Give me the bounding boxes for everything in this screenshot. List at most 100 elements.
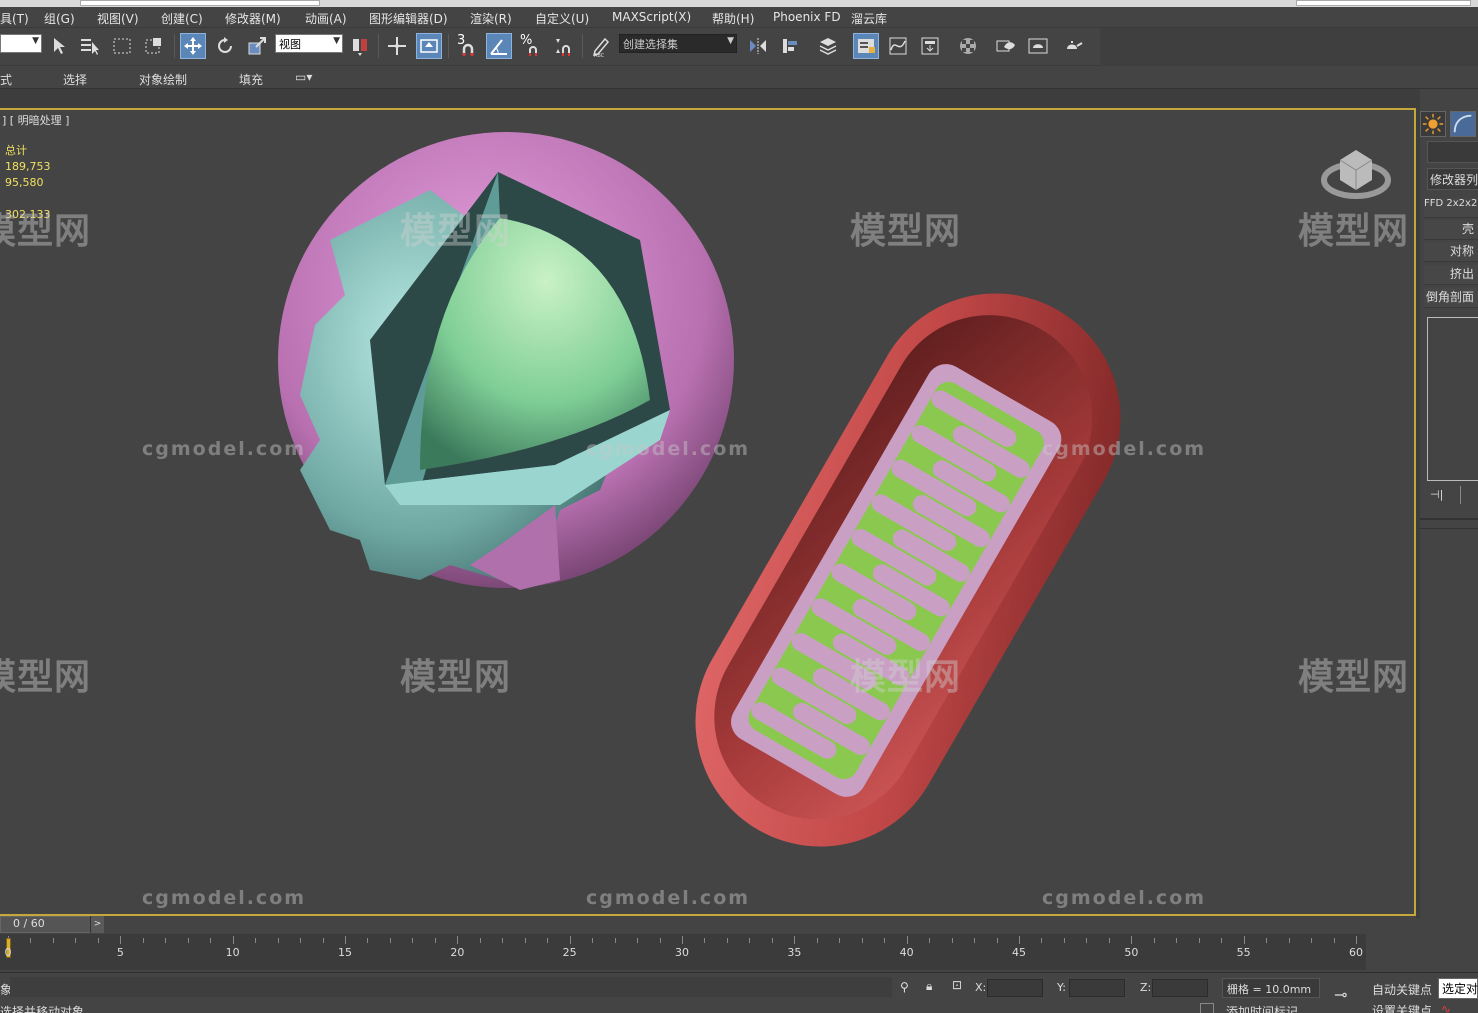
object-name-field[interactable] (1427, 141, 1478, 163)
modifier-stack-symmetry[interactable]: 对称 (1424, 242, 1478, 262)
pin-stack-icon[interactable]: ⊣| (1430, 488, 1443, 501)
title-search-field[interactable] (80, 0, 320, 6)
pivot-center-button[interactable] (347, 33, 373, 59)
watermark-en: cgmodel.com (142, 438, 307, 460)
title-info-field[interactable] (1296, 0, 1471, 6)
track-tick (367, 938, 369, 943)
reference-coordinate-dropdown[interactable]: 视图 ▼ (275, 34, 343, 53)
watermark-cn: 模型网 (400, 211, 512, 252)
rect-selection-icon (113, 38, 131, 54)
rect-region-button[interactable] (109, 33, 135, 59)
track-tick (389, 938, 391, 943)
modifier-stack-list[interactable] (1427, 317, 1478, 481)
key-icon[interactable]: ⊸ (1334, 985, 1347, 1004)
toolbar-separator (448, 34, 449, 58)
menu-create[interactable]: 创建(C) (161, 10, 203, 27)
scale-icon (248, 37, 266, 55)
ribbon-tab-populate[interactable]: 填充 (239, 71, 263, 88)
menu-phoenix-fd[interactable]: Phoenix FD (773, 10, 841, 24)
angle-snap-button[interactable] (486, 33, 512, 59)
menu-maxscript[interactable]: MAXScript(X) (612, 10, 691, 24)
select-and-move-button[interactable] (180, 33, 206, 59)
ribbon-tab-object-paint[interactable]: 对象绘制 (139, 71, 187, 88)
menu-cloud-library[interactable]: 溜云库 (851, 10, 887, 27)
track-tick (1266, 938, 1268, 943)
isolate-selection-icon[interactable]: ⚲ (900, 980, 909, 994)
y-coordinate-field[interactable] (1069, 979, 1125, 997)
align-button[interactable] (777, 33, 803, 59)
auto-key-button[interactable]: 自动关键点 (1372, 981, 1432, 998)
z-coordinate-field[interactable] (1152, 979, 1208, 997)
track-tick (1198, 938, 1200, 943)
spinner-snap-button[interactable] (550, 33, 576, 59)
track-tick (726, 938, 728, 943)
mirror-button[interactable] (745, 33, 771, 59)
menu-customize[interactable]: 自定义(U) (535, 10, 589, 27)
menu-graph-editors[interactable]: 图形编辑器(D) (369, 10, 448, 27)
menu-animation[interactable]: 动画(A) (305, 10, 347, 27)
schematic-view-button[interactable] (917, 33, 943, 59)
time-slider[interactable]: 0 / 60 (0, 916, 104, 933)
named-selection-set-dropdown[interactable]: 创建选择集 ▼ (619, 34, 737, 53)
rendered-frame-window-button[interactable] (1025, 33, 1051, 59)
track-tick (659, 938, 661, 943)
track-tick (1153, 938, 1155, 943)
window-crossing-button[interactable] (141, 33, 167, 59)
mirror-icon (750, 38, 766, 54)
create-tab[interactable] (1420, 111, 1446, 137)
select-and-rotate-button[interactable] (212, 33, 238, 59)
scene-explorer-button[interactable] (853, 33, 879, 59)
percent-snap-button[interactable]: % (518, 33, 544, 59)
ribbon-tab-modeling[interactable]: 式 (0, 71, 12, 88)
key-curve-icon[interactable]: ∿ (1441, 1002, 1451, 1013)
track-tick (1288, 938, 1290, 943)
modifier-stack-ffd[interactable]: FFD 2x2x2 (1424, 198, 1478, 218)
select-by-name-button[interactable] (77, 33, 103, 59)
menu-group[interactable]: 组(G) (44, 10, 75, 27)
menu-tools[interactable]: 具(T) (0, 10, 29, 27)
window-crossing-icon (145, 38, 161, 54)
track-tick-label: 10 (225, 946, 240, 959)
edit-named-selection-button[interactable]: ABC (588, 33, 614, 59)
ribbon-options-icon[interactable]: ▭▾ (295, 70, 312, 84)
move-icon (184, 37, 202, 55)
selection-filter-dropdown[interactable]: ▼ (0, 34, 42, 53)
menu-help[interactable]: 帮助(H) (712, 10, 754, 27)
time-tag-icon[interactable] (1200, 1003, 1214, 1013)
layer-manager-button[interactable] (815, 33, 841, 59)
angle-snap-icon (490, 39, 507, 55)
track-tick-label: 25 (562, 946, 577, 959)
set-key-button[interactable]: 设置关键点 (1372, 1002, 1432, 1013)
key-filter-dropdown[interactable]: 选定对 (1438, 978, 1478, 999)
render-production-button[interactable] (1060, 33, 1086, 59)
x-coordinate-field[interactable] (987, 979, 1043, 997)
menu-views[interactable]: 视图(V) (97, 10, 139, 27)
track-tick (255, 938, 257, 943)
modifier-stack-extrude[interactable]: 挤出 (1424, 265, 1478, 285)
perspective-viewport[interactable] (0, 108, 1416, 916)
menu-rendering[interactable]: 渲染(R) (470, 10, 512, 27)
lock-icon[interactable]: 🔒︎ (926, 979, 932, 994)
ribbon-tab-selection[interactable]: 选择 (63, 71, 87, 88)
cell-sphere-model[interactable] (278, 132, 734, 590)
select-manipulate-button[interactable] (384, 33, 410, 59)
select-and-scale-button[interactable] (244, 33, 270, 59)
absolute-mode-icon[interactable]: ⊡ (952, 978, 962, 992)
modifier-stack-shell[interactable]: 壳 (1424, 220, 1478, 240)
snaps-toggle-button[interactable]: 3 (454, 33, 480, 59)
select-object-button[interactable] (47, 33, 73, 59)
modify-tab[interactable] (1450, 111, 1476, 137)
viewport-label[interactable]: ] [ 明暗处理 ] (2, 112, 69, 128)
render-setup-button[interactable] (993, 33, 1019, 59)
material-editor-button[interactable] (955, 33, 981, 59)
maxscript-listener[interactable] (10, 977, 892, 997)
menu-modifiers[interactable]: 修改器(M) (225, 10, 281, 27)
modifier-list-dropdown[interactable]: 修改器列表 (1427, 168, 1478, 190)
time-slider-next-button[interactable]: > (90, 916, 104, 933)
keyboard-shortcut-override-button[interactable] (416, 33, 442, 59)
svg-text:ABC: ABC (594, 53, 605, 57)
viewcube-widget[interactable] (1321, 150, 1391, 199)
modifier-stack-bevel-profile[interactable]: 倒角剖面 (1424, 288, 1478, 308)
add-time-tag[interactable]: 添加时间标记 (1226, 1003, 1298, 1013)
curve-editor-button[interactable] (885, 33, 911, 59)
